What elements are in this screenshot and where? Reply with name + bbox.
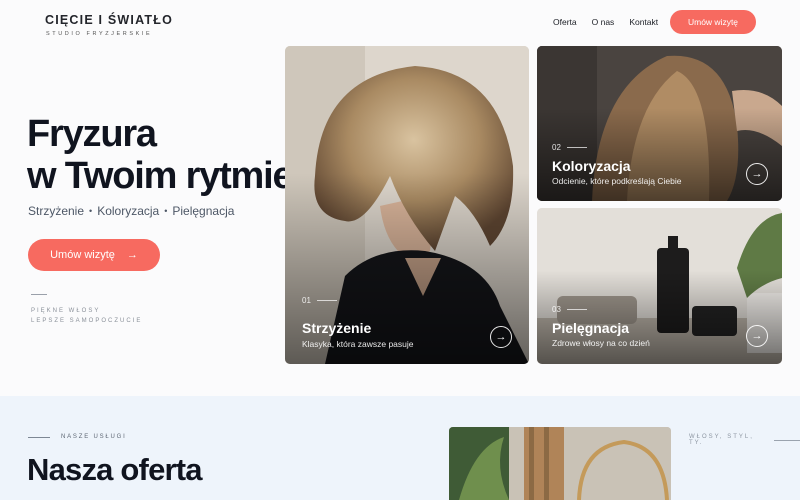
card-description: Klasyka, która zawsze pasuje bbox=[302, 339, 414, 349]
hero-tagline: PIĘKNE WŁOSY LEPSZE SAMOPOCZUCIE bbox=[31, 306, 142, 326]
card-number: 03 bbox=[552, 305, 587, 314]
card-title: Koloryzacja bbox=[552, 158, 631, 174]
card-overlay bbox=[285, 46, 529, 364]
arrow-right-icon[interactable]: → bbox=[490, 326, 512, 348]
arrow-right-icon: → bbox=[126, 249, 138, 261]
logo-title: CIĘCIE I ŚWIATŁO bbox=[45, 13, 173, 27]
service-card-haircut[interactable]: 01 Strzyżenie Klasyka, która zawsze pasu… bbox=[285, 46, 529, 364]
nav-item-o-nas[interactable]: O nas bbox=[592, 17, 615, 27]
main-nav: Oferta O nas Kontakt bbox=[553, 17, 658, 27]
separator-dot: • bbox=[89, 206, 93, 216]
logo-subtitle: STUDIO FRYZJERSKIE bbox=[46, 31, 153, 37]
tagline-line2: LEPSZE SAMOPOCZUCIE bbox=[31, 318, 143, 324]
side-tagline: WŁOSY, STYL, TY. bbox=[689, 434, 800, 446]
hero-title-line1: Fryzura bbox=[27, 113, 157, 155]
hero-services: Strzyżenie • Koloryzacja • Pielęgnacja bbox=[28, 204, 234, 218]
service-care: Pielęgnacja bbox=[172, 204, 235, 218]
logo[interactable]: CIĘCIE I ŚWIATŁO STUDIO FRYZJERSKIE bbox=[45, 13, 173, 37]
card-title: Strzyżenie bbox=[302, 320, 372, 336]
service-card-care[interactable]: 03 Pielęgnacja Zdrowe włosy na co dzień … bbox=[537, 208, 782, 364]
offer-title: Nasza oferta bbox=[27, 452, 203, 487]
salon-photo bbox=[449, 427, 671, 500]
nav-item-oferta[interactable]: Oferta bbox=[553, 17, 577, 27]
hero-cta-label: Umów wizytę bbox=[50, 249, 115, 261]
offer-section: NASZE USŁUGI Nasza oferta WŁOSY, STYL, T… bbox=[0, 396, 800, 500]
book-visit-button-header[interactable]: Umów wizytę bbox=[670, 10, 756, 34]
card-description: Odcienie, które podkreślają Ciebie bbox=[552, 176, 682, 186]
card-number: 01 bbox=[302, 296, 337, 305]
service-coloring: Koloryzacja bbox=[97, 204, 160, 218]
arrow-right-icon[interactable]: → bbox=[746, 325, 768, 347]
separator-dot: • bbox=[164, 206, 168, 216]
hero-title-line2: w Twoim rytmie bbox=[27, 155, 294, 197]
nav-item-kontakt[interactable]: Kontakt bbox=[629, 17, 658, 27]
card-description: Zdrowe włosy na co dzień bbox=[552, 338, 650, 348]
hero-title: Fryzura w Twoim rytmie bbox=[27, 113, 294, 197]
site-header: CIĘCIE I ŚWIATŁO STUDIO FRYZJERSKIE Ofer… bbox=[0, 0, 800, 46]
tagline-line1: PIĘKNE WŁOSY bbox=[31, 308, 101, 314]
book-visit-button-hero[interactable]: Umów wizytę → bbox=[28, 239, 160, 271]
service-card-coloring[interactable]: 02 Koloryzacja Odcienie, które podkreśla… bbox=[537, 46, 782, 201]
divider bbox=[31, 294, 47, 295]
service-haircut: Strzyżenie bbox=[28, 204, 85, 218]
card-number: 02 bbox=[552, 143, 587, 152]
arrow-right-icon[interactable]: → bbox=[746, 163, 768, 185]
card-title: Pielęgnacja bbox=[552, 320, 630, 336]
divider bbox=[28, 437, 50, 438]
offer-label: NASZE USŁUGI bbox=[61, 434, 127, 440]
